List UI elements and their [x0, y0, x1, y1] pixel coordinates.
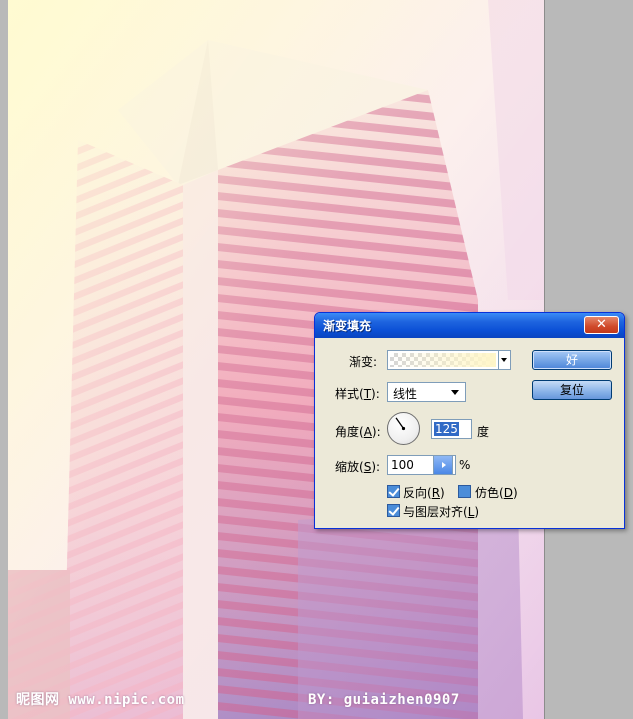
- reverse-label[interactable]: 反向(R): [403, 484, 445, 501]
- close-icon: ✕: [596, 317, 607, 332]
- chevron-down-icon: [451, 390, 459, 395]
- chevron-down-icon[interactable]: [498, 351, 510, 369]
- dialog-title: 渐变填充: [323, 319, 372, 333]
- dither-label[interactable]: 仿色(D): [475, 484, 518, 501]
- angle-unit: 度: [477, 425, 490, 439]
- gradient-fill-dialog: 渐变填充 ✕ 渐变: 样式(T): 线性 角度(A): 125 度 缩放(S):…: [314, 312, 625, 529]
- reset-button[interactable]: 复位: [532, 380, 612, 400]
- scale-unit: %: [459, 458, 471, 472]
- dither-checkbox[interactable]: [458, 485, 471, 498]
- angle-dial[interactable]: [387, 412, 420, 445]
- watermark-site: 昵图网 www.nipic.com: [16, 692, 185, 708]
- angle-input[interactable]: 125: [431, 419, 472, 439]
- ok-button[interactable]: 好: [532, 350, 612, 370]
- style-select[interactable]: 线性: [387, 382, 466, 402]
- angle-needle-icon: [395, 417, 406, 431]
- dialog-body: 渐变: 样式(T): 线性 角度(A): 125 度 缩放(S): 100 % …: [318, 338, 621, 525]
- style-label: 样式(T):: [335, 387, 380, 401]
- scale-input-value: 100: [391, 458, 414, 472]
- align-with-layer-label[interactable]: 与图层对齐(L): [403, 503, 479, 520]
- reverse-checkbox[interactable]: [387, 485, 400, 498]
- scale-label: 缩放(S):: [335, 460, 381, 474]
- scale-slider-button[interactable]: [433, 455, 453, 475]
- dialog-titlebar[interactable]: 渐变填充 ✕: [315, 313, 624, 338]
- gradient-picker[interactable]: [387, 350, 511, 370]
- angle-input-value: 125: [434, 422, 459, 436]
- gradient-label: 渐变:: [349, 355, 378, 369]
- watermark-author: BY: guiaizhen0907: [308, 692, 460, 708]
- align-with-layer-checkbox[interactable]: [387, 504, 400, 517]
- angle-label: 角度(A):: [335, 425, 381, 439]
- close-button[interactable]: ✕: [584, 316, 619, 334]
- gradient-preview[interactable]: [390, 353, 496, 367]
- style-select-value: 线性: [393, 387, 418, 401]
